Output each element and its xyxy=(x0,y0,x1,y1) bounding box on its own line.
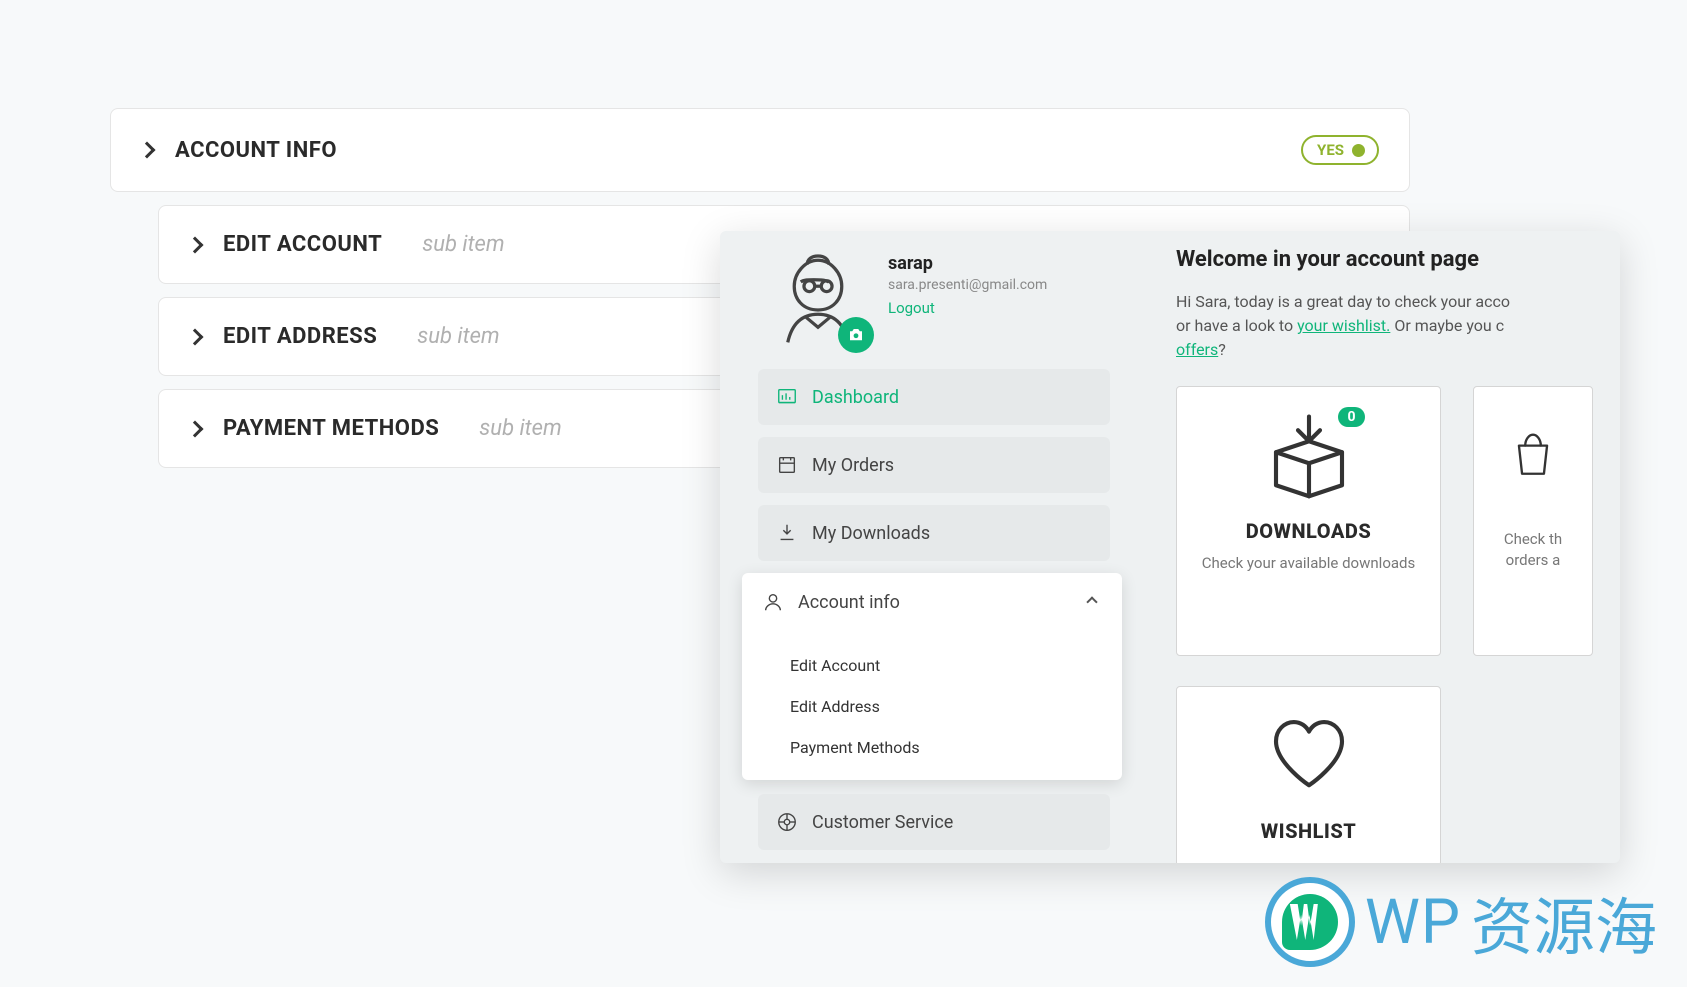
submenu-edit-address[interactable]: Edit Address xyxy=(790,686,1102,727)
change-avatar-button[interactable] xyxy=(838,317,874,353)
badge-yes[interactable]: YES xyxy=(1301,135,1379,165)
sidebar-item-downloads[interactable]: My Downloads xyxy=(758,505,1110,561)
card-title: DOWNLOADS xyxy=(1246,519,1372,543)
chevron-right-icon xyxy=(187,420,204,437)
sidebar-item-label: Customer Service xyxy=(812,812,953,833)
account-preview-panel: sarap sara.presenti@gmail.com Logout Das… xyxy=(720,231,1620,863)
chevron-right-icon xyxy=(139,142,156,159)
orders-icon xyxy=(776,454,798,476)
sidebar-item-customer-service[interactable]: Customer Service xyxy=(758,794,1110,850)
config-sub-left: PAYMENT METHODS sub item xyxy=(189,416,562,441)
card-sub: Check th orders a xyxy=(1504,529,1562,571)
card-wishlist-icon-wrap xyxy=(1265,711,1353,803)
sidebar-item-label: My Downloads xyxy=(812,523,930,544)
watermark: WP 资源海 xyxy=(1265,877,1657,967)
chevron-up-icon xyxy=(1086,596,1097,607)
card-sub-line1: Check th xyxy=(1504,530,1562,548)
submenu-payment-methods[interactable]: Payment Methods xyxy=(790,727,1102,768)
welcome-title: Welcome in your account page xyxy=(1176,247,1616,272)
profile-info: sarap sara.presenti@gmail.com Logout xyxy=(888,243,1047,317)
welcome-text: Hi Sara, today is a great day to check y… xyxy=(1176,290,1616,362)
profile-name: sarap xyxy=(888,253,1047,274)
support-icon xyxy=(776,811,798,833)
sub-item-suffix: sub item xyxy=(417,324,499,349)
config-main-left: ACCOUNT INFO xyxy=(141,138,337,163)
welcome-line2-post: Or maybe you c xyxy=(1390,316,1504,335)
sub-item-suffix: sub item xyxy=(479,416,561,441)
sub-item-suffix: sub item xyxy=(422,232,504,257)
sidebar-item-label: My Orders xyxy=(812,455,894,476)
sidebar-item-label: Account info xyxy=(798,592,900,613)
profile-email: sara.presenti@gmail.com xyxy=(888,277,1047,293)
wp-logo-icon xyxy=(1265,877,1355,967)
config-main-row[interactable]: ACCOUNT INFO YES xyxy=(110,108,1410,192)
card-downloads[interactable]: 0 DOWNLOADS Check your available downloa… xyxy=(1176,386,1441,656)
camera-icon xyxy=(847,326,865,344)
config-main-title: ACCOUNT INFO xyxy=(175,138,337,163)
chevron-right-icon xyxy=(187,236,204,253)
card-wishlist[interactable]: WISHLIST xyxy=(1176,686,1441,863)
badge-yes-label: YES xyxy=(1317,141,1344,159)
config-sub-left: EDIT ACCOUNT sub item xyxy=(189,232,505,257)
config-sub-title: PAYMENT METHODS xyxy=(223,416,439,441)
config-sub-left: EDIT ADDRESS sub item xyxy=(189,324,500,349)
config-sub-title: EDIT ADDRESS xyxy=(223,324,377,349)
watermark-text: WP xyxy=(1365,886,1461,959)
profile-row: sarap sara.presenti@gmail.com Logout xyxy=(758,241,1110,369)
status-dot-icon xyxy=(1352,144,1365,157)
welcome-line1: Hi Sara, today is a great day to check y… xyxy=(1176,292,1510,311)
welcome-qmark: ? xyxy=(1218,340,1226,359)
card-orders-icon-wrap xyxy=(1508,411,1558,503)
offers-link[interactable]: offers xyxy=(1176,340,1218,359)
sidebar-item-account-info[interactable]: Account info Edit Account Edit Address P… xyxy=(742,573,1122,780)
sidebar-item-label: Dashboard xyxy=(812,387,899,408)
submenu-edit-account[interactable]: Edit Account xyxy=(790,645,1102,686)
user-icon xyxy=(762,591,784,613)
card-orders[interactable]: Check th orders a xyxy=(1473,386,1593,656)
download-icon xyxy=(776,522,798,544)
config-sub-title: EDIT ACCOUNT xyxy=(223,232,382,257)
downloads-count-badge: 0 xyxy=(1338,407,1364,427)
sidebar-item-orders[interactable]: My Orders xyxy=(758,437,1110,493)
watermark-cn: 资源海 xyxy=(1471,877,1657,967)
logout-link[interactable]: Logout xyxy=(888,299,1047,317)
bag-icon xyxy=(1508,411,1558,499)
dashboard-icon xyxy=(776,386,798,408)
avatar[interactable] xyxy=(764,243,872,351)
card-sub-line2: orders a xyxy=(1506,551,1561,569)
chevron-right-icon xyxy=(187,328,204,345)
card-downloads-icon-wrap: 0 xyxy=(1265,411,1353,503)
welcome-line2-pre: or have a look to xyxy=(1176,316,1297,335)
heart-icon xyxy=(1265,711,1353,799)
card-title: WISHLIST xyxy=(1261,819,1357,843)
sidebar-item-dashboard[interactable]: Dashboard xyxy=(758,369,1110,425)
wishlist-link[interactable]: your wishlist. xyxy=(1297,316,1390,335)
box-download-icon xyxy=(1265,411,1353,499)
card-sub: Check your available downloads xyxy=(1202,553,1415,574)
